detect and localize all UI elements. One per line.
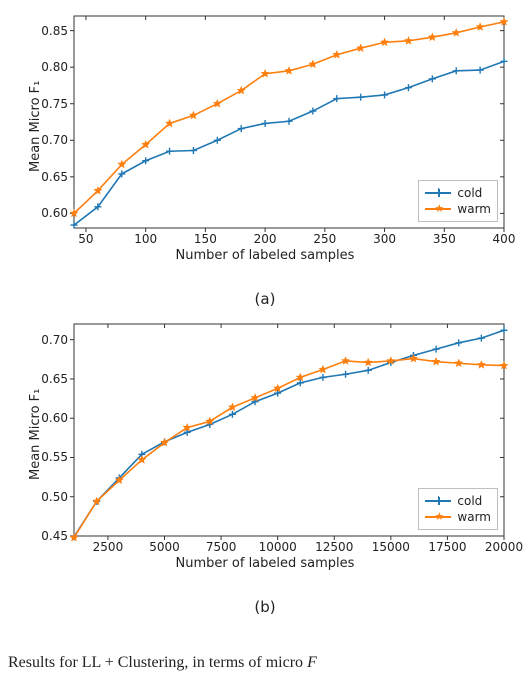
plus-marker-icon xyxy=(142,157,149,164)
star-marker-icon xyxy=(428,33,436,41)
star-marker-icon xyxy=(333,51,341,59)
star-marker-icon xyxy=(364,358,372,366)
plus-marker-icon xyxy=(405,84,412,91)
star-marker-icon: ★ xyxy=(434,203,444,214)
star-marker-icon xyxy=(432,357,440,365)
xtick-label: 100 xyxy=(134,232,157,246)
plus-marker-icon xyxy=(455,339,462,346)
star-marker-icon xyxy=(285,67,293,75)
legend-line-icon: ★ xyxy=(425,516,451,518)
xtick-label: 350 xyxy=(433,232,456,246)
legend-line-icon xyxy=(425,192,451,194)
xtick-label: 2500 xyxy=(93,540,124,554)
plus-marker-icon xyxy=(229,411,236,418)
plus-marker-icon xyxy=(238,125,245,132)
legend-label: warm xyxy=(457,510,491,524)
ytick-label: 0.70 xyxy=(28,333,68,347)
xtick-label: 50 xyxy=(78,232,93,246)
star-marker-icon xyxy=(404,37,412,45)
legend-line-icon: ★ xyxy=(425,208,451,210)
star-marker-icon xyxy=(357,44,365,52)
xtick-label: 5000 xyxy=(149,540,180,554)
plus-marker-icon xyxy=(262,120,269,127)
star-marker-icon xyxy=(342,357,350,365)
footer-text-part1: Results for LL + Clustering, in terms of… xyxy=(8,654,307,671)
plus-marker-icon xyxy=(477,67,484,74)
star-marker-icon xyxy=(452,29,460,37)
legend-item-warm: ★ warm xyxy=(425,201,491,217)
star-marker-icon xyxy=(477,361,485,369)
ytick-label: 0.45 xyxy=(28,529,68,543)
legend-item-cold: cold xyxy=(425,493,491,509)
plus-marker-icon xyxy=(433,346,440,353)
star-marker-icon: ★ xyxy=(434,511,444,522)
legend-item-cold: cold xyxy=(425,185,491,201)
plus-marker-icon xyxy=(478,335,485,342)
xtick-label: 10000 xyxy=(259,540,297,554)
plus-marker-icon xyxy=(429,75,436,82)
ytick-label: 0.80 xyxy=(28,60,68,74)
y-axis-label: Mean Micro F₁ xyxy=(28,81,43,172)
plus-marker-icon xyxy=(274,390,281,397)
xtick-label: 12500 xyxy=(315,540,353,554)
plus-marker-icon xyxy=(190,147,197,154)
star-marker-icon xyxy=(189,111,197,119)
xtick-label: 400 xyxy=(493,232,516,246)
plus-marker-icon xyxy=(434,188,442,196)
xtick-label: 250 xyxy=(313,232,336,246)
legend-label: warm xyxy=(457,202,491,216)
plus-marker-icon xyxy=(501,58,508,65)
star-marker-icon xyxy=(213,100,221,108)
legend: cold ★ warm xyxy=(418,180,498,222)
ytick-label: 0.50 xyxy=(28,490,68,504)
y-axis-label: Mean Micro F₁ xyxy=(28,389,43,480)
plus-marker-icon xyxy=(434,496,442,504)
plus-marker-icon xyxy=(357,94,364,101)
star-marker-icon xyxy=(319,365,327,373)
star-marker-icon xyxy=(476,23,484,31)
footer-text: Results for LL + Clustering, in terms of… xyxy=(8,654,317,672)
plus-marker-icon xyxy=(365,367,372,374)
xtick-label: 300 xyxy=(373,232,396,246)
legend: cold ★ warm xyxy=(418,488,498,530)
xtick-label: 15000 xyxy=(372,540,410,554)
x-axis-label: Number of labeled samples xyxy=(12,556,518,571)
x-axis-label: Number of labeled samples xyxy=(12,248,518,263)
plus-marker-icon xyxy=(501,327,508,334)
star-marker-icon xyxy=(381,38,389,46)
star-marker-icon xyxy=(309,60,317,68)
xtick-label: 20000 xyxy=(485,540,523,554)
plus-marker-icon xyxy=(214,137,221,144)
plus-marker-icon xyxy=(319,374,326,381)
plus-marker-icon xyxy=(333,95,340,102)
plus-marker-icon xyxy=(166,148,173,155)
xtick-label: 150 xyxy=(194,232,217,246)
ytick-label: 0.85 xyxy=(28,24,68,38)
plus-marker-icon xyxy=(309,108,316,115)
chart-panel-a: 501001502002503003504000.600.650.700.750… xyxy=(12,6,518,306)
xtick-label: 17500 xyxy=(428,540,466,554)
plus-marker-icon xyxy=(453,67,460,74)
plus-marker-icon xyxy=(381,91,388,98)
chart-b-plot-area: 25005000750010000125001500017500200000.4… xyxy=(12,314,518,594)
chart-a-caption: (a) xyxy=(12,290,518,308)
footer-text-italic: F xyxy=(307,654,317,671)
ytick-label: 0.65 xyxy=(28,372,68,386)
chart-panel-b: 25005000750010000125001500017500200000.4… xyxy=(12,314,518,614)
legend-label: cold xyxy=(457,494,482,508)
legend-label: cold xyxy=(457,186,482,200)
star-marker-icon xyxy=(455,359,463,367)
chart-b-caption: (b) xyxy=(12,598,518,616)
ytick-label: 0.60 xyxy=(28,206,68,220)
legend-line-icon xyxy=(425,500,451,502)
xtick-label: 7500 xyxy=(206,540,237,554)
legend-item-warm: ★ warm xyxy=(425,509,491,525)
chart-a-plot-area: 501001502002503003504000.600.650.700.750… xyxy=(12,6,518,286)
plus-marker-icon xyxy=(286,118,293,125)
page: 501001502002503003504000.600.650.700.750… xyxy=(0,0,530,674)
plus-marker-icon xyxy=(342,371,349,378)
xtick-label: 200 xyxy=(254,232,277,246)
